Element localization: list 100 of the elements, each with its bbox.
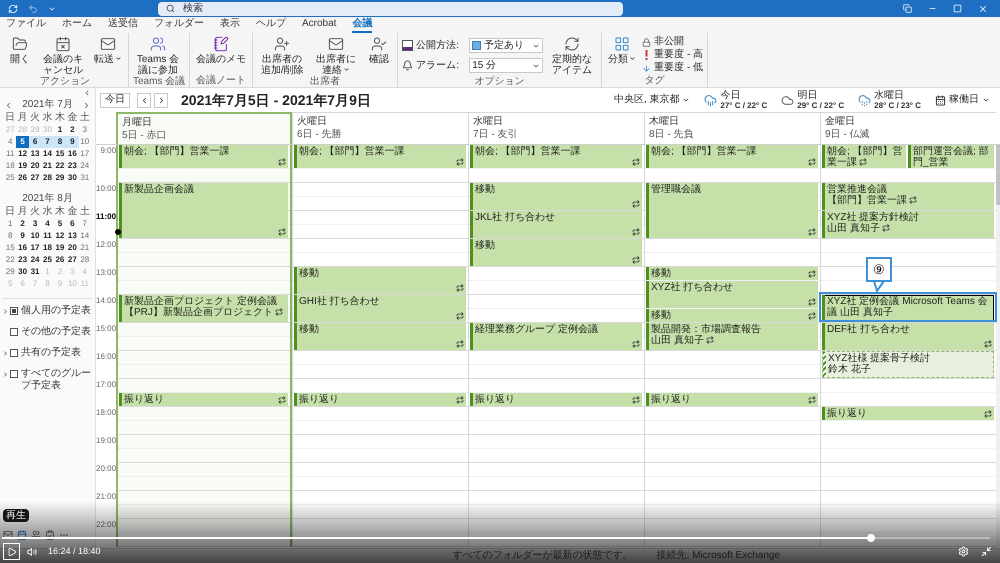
calendar-date[interactable]: 29 (54, 172, 66, 184)
calendar-date[interactable]: 3 (78, 124, 91, 136)
calendar-date[interactable]: 2 (16, 218, 29, 230)
calendar-event[interactable]: 部門運営会議; 部門_営業 (908, 145, 994, 168)
ribbon-button[interactable]: 確認 (365, 36, 394, 65)
calendar-date[interactable]: 28 (41, 172, 54, 184)
ribbon-small-button[interactable]: 重要度 - 低 (642, 62, 704, 74)
calendar-date[interactable]: 20 (28, 160, 42, 172)
calendar-date[interactable]: 20 (66, 242, 79, 254)
calendar-event[interactable]: XYZ社様 提案骨子検討 鈴木 花子 (822, 351, 994, 378)
select-field[interactable]: 15 分 (469, 58, 544, 73)
calendar-date[interactable]: 19 (54, 242, 66, 254)
calendar-date[interactable]: 5 (16, 136, 29, 148)
select-field[interactable]: 予定あり (469, 38, 544, 53)
calendar-date[interactable]: 31 (78, 172, 91, 184)
calendar-date[interactable]: 2 (66, 124, 79, 136)
calendar-event[interactable]: 製品開発：市場調査報告 山田 真知子 (646, 323, 818, 350)
calendar-folder[interactable]: 個人用の予定表 (2, 305, 93, 317)
calendar-event[interactable]: 朝会; 【部門】営業一課 (119, 145, 288, 168)
calendar-date[interactable]: 1 (54, 124, 66, 136)
calendar-event[interactable]: 管理職会議 (646, 183, 818, 238)
calendar-date[interactable]: 23 (16, 254, 29, 266)
calendar-event[interactable]: 経理業務グループ 定例会議 (470, 323, 642, 350)
view-dropdown[interactable]: 稼働日 (935, 94, 990, 106)
play-button[interactable] (3, 543, 20, 560)
calendar-date[interactable]: 10 (78, 136, 91, 148)
menu-tab[interactable]: Acrobat (302, 18, 336, 33)
tasks-icon[interactable] (45, 530, 55, 540)
calendar-date[interactable]: 4 (41, 218, 54, 230)
calendar-date[interactable]: 28 (78, 254, 91, 266)
calendar-date[interactable]: 13 (28, 148, 42, 160)
calendar-date[interactable]: 14 (78, 230, 91, 242)
calendar-date[interactable]: 17 (78, 148, 91, 160)
calendar-event[interactable]: 移動 (294, 323, 466, 350)
calendar-date[interactable]: 29 (4, 266, 16, 278)
calendar-folder[interactable]: その他の予定表 (2, 326, 93, 338)
calendar-date[interactable]: 18 (41, 242, 54, 254)
calendar-event[interactable]: 営業推進会議 【部門】営業一課 (822, 183, 994, 210)
calendar-date[interactable]: 19 (16, 160, 29, 172)
calendar-event[interactable]: 振り返り (470, 393, 642, 406)
next-month-icon[interactable] (82, 100, 91, 110)
restore-icon[interactable] (903, 4, 912, 13)
calendar-event[interactable]: 移動 (470, 183, 642, 210)
calendar-date[interactable]: 7 (78, 218, 91, 230)
undo-icon[interactable] (28, 4, 38, 14)
ribbon-button[interactable]: 会議のメモ (194, 36, 248, 65)
menu-tab[interactable]: ヘルプ (256, 18, 286, 33)
folder-checkbox[interactable] (10, 307, 18, 315)
calendar-event[interactable]: 移動 (470, 239, 642, 266)
calendar-event[interactable]: 朝会; 【部門】営業一課 (646, 145, 818, 168)
calendar-date[interactable]: 16 (16, 242, 29, 254)
menu-tab[interactable]: 送受信 (108, 18, 138, 33)
scrollbar-thumb[interactable] (996, 145, 1000, 205)
calendar-date[interactable]: 11 (4, 148, 16, 160)
calendar-event[interactable]: 朝会; 【部門】営業一課 (822, 145, 906, 168)
calendar-date[interactable]: 26 (16, 172, 29, 184)
calendar-date[interactable]: 30 (16, 266, 29, 278)
calendar-event[interactable]: 移動 (294, 267, 466, 294)
collapse-icon[interactable] (83, 89, 91, 97)
calendar-date[interactable]: 7 (41, 136, 54, 148)
ribbon-button[interactable]: 転送 (92, 36, 124, 65)
calendar-date[interactable]: 3 (28, 218, 42, 230)
calendar-date[interactable]: 8 (54, 136, 66, 148)
calendar-event[interactable]: 振り返り (646, 393, 818, 406)
calendar-date[interactable]: 24 (78, 160, 91, 172)
calendar-date[interactable]: 1 (4, 218, 16, 230)
expand-icon[interactable] (2, 371, 9, 378)
ribbon-button[interactable]: 出席者の追加/削除 (257, 36, 308, 76)
calendar-date[interactable]: 30 (66, 172, 79, 184)
search-field[interactable]: 検索 (158, 2, 623, 16)
ribbon-button[interactable]: 開く (6, 36, 34, 65)
calendar-event[interactable]: 新製品企画会議 (119, 183, 288, 238)
calendar-date[interactable]: 31 (28, 266, 42, 278)
calendar-date[interactable]: 22 (4, 254, 16, 266)
folder-checkbox[interactable] (10, 349, 18, 357)
calendar-date[interactable]: 12 (16, 148, 29, 160)
calendar-date[interactable]: 9 (16, 230, 29, 242)
calendar-event[interactable]: DEF社 打ち合わせ (822, 323, 994, 350)
calendar-date[interactable]: 6 (28, 136, 42, 148)
calendar-date[interactable]: 5 (54, 218, 66, 230)
calendar-date[interactable]: 4 (4, 136, 16, 148)
expand-icon[interactable] (2, 308, 9, 315)
calendar-date[interactable]: 27 (66, 254, 79, 266)
calendar-date[interactable]: 9 (66, 136, 79, 148)
calendar-date[interactable]: 18 (4, 160, 16, 172)
calendar-event[interactable]: 新製品企画プロジェクト 定例会議 【PRJ】新製品企画プロジェクト (119, 295, 288, 322)
close-icon[interactable] (978, 4, 988, 14)
previous-button[interactable] (137, 92, 151, 108)
ribbon-small-button[interactable]: 重要度 - 高 (642, 49, 704, 61)
calendar-event[interactable]: 移動 (646, 267, 818, 280)
calendar-event[interactable]: XYZ社 提案方針検討 山田 真知子 (822, 211, 994, 238)
volume-icon[interactable] (27, 546, 37, 556)
calendar-date[interactable]: 15 (54, 148, 66, 160)
calendar-date[interactable]: 26 (54, 254, 66, 266)
ribbon-button[interactable]: 分類 (606, 36, 638, 65)
calendar-date[interactable]: 17 (28, 242, 42, 254)
calendar-date[interactable]: 11 (41, 230, 54, 242)
people-icon[interactable] (31, 530, 41, 540)
calendar-date[interactable]: 25 (41, 254, 54, 266)
settings-icon[interactable] (958, 546, 969, 557)
